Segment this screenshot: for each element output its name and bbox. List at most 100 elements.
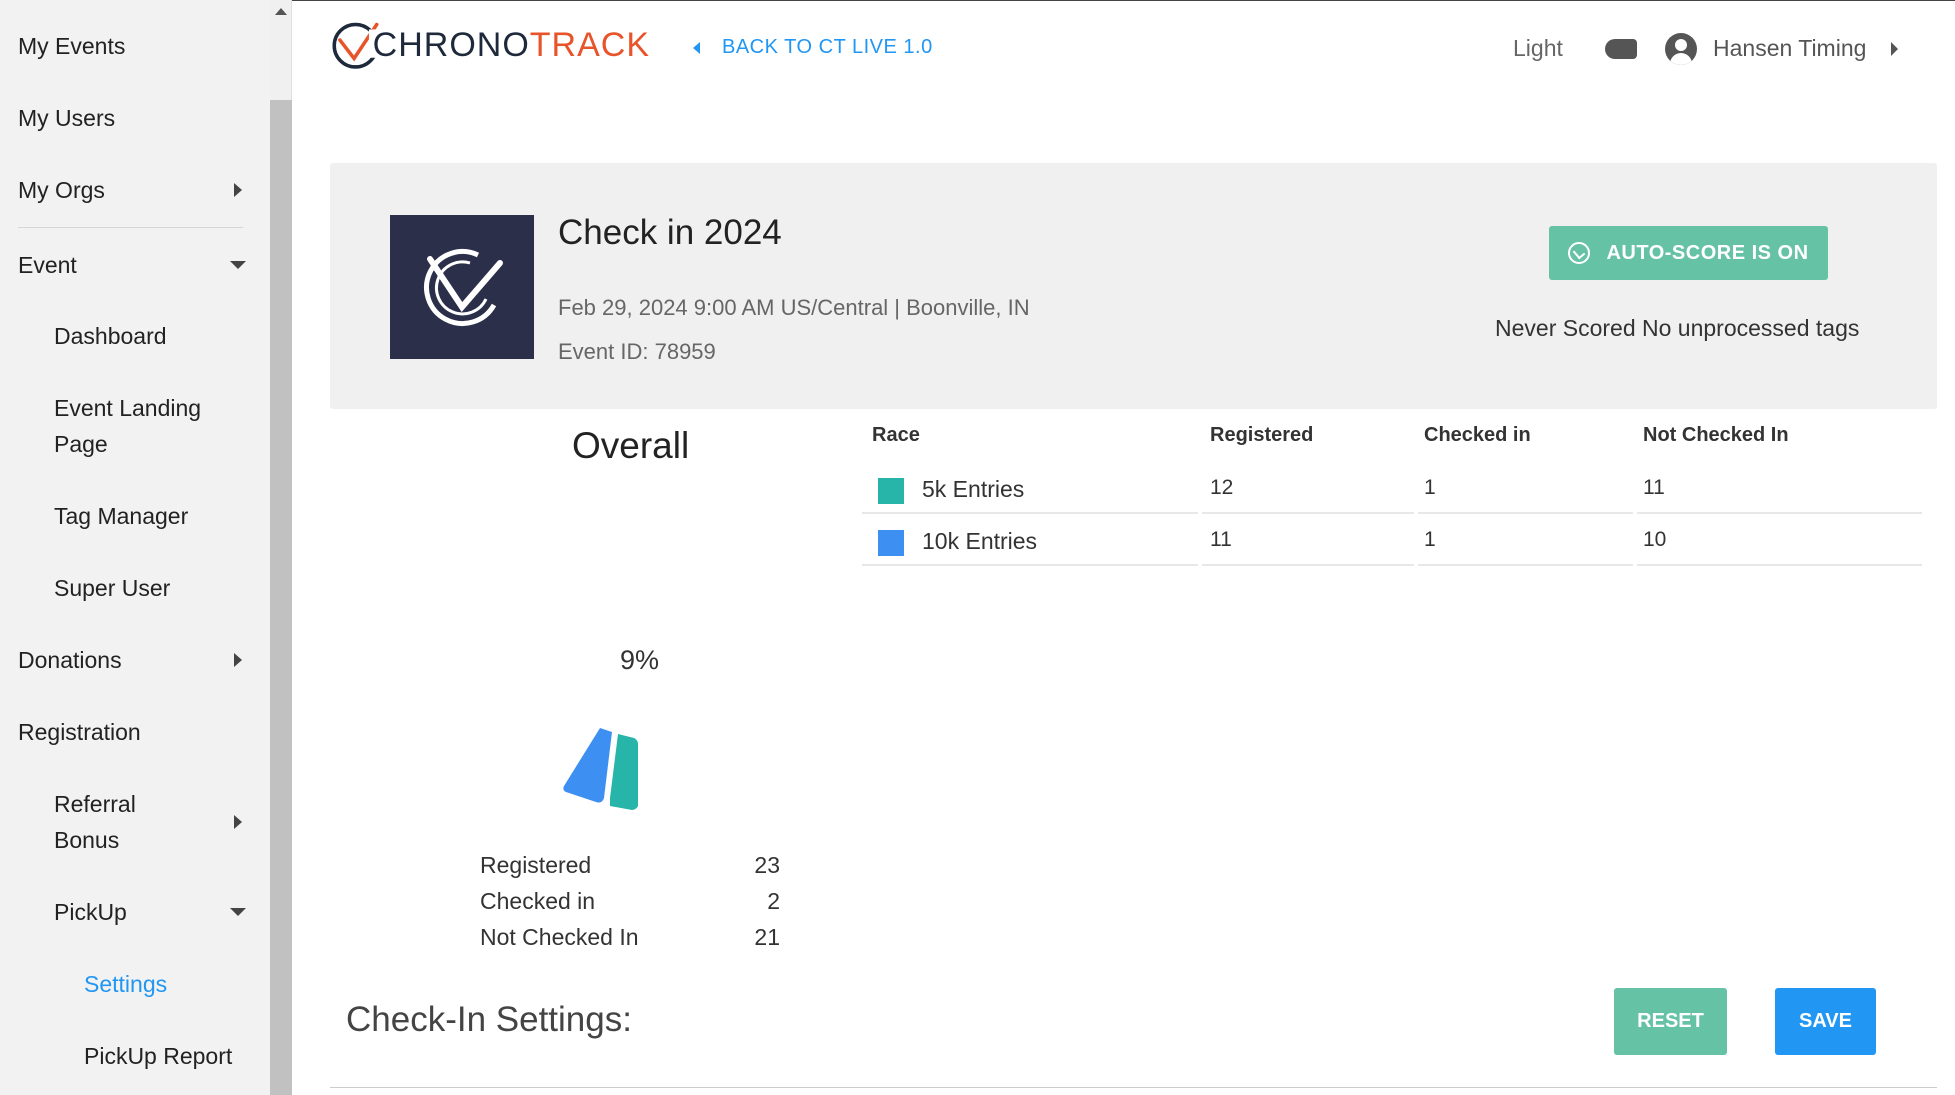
sidebar-item-event-landing-page[interactable]: Event Landing Page: [54, 390, 248, 462]
scored-status: Never Scored No unprocessed tags: [1495, 315, 1860, 341]
sidebar-item-label: Settings: [84, 971, 168, 997]
row-divider: [1202, 564, 1414, 566]
sidebar-item-label: PickUp Report: [84, 1043, 233, 1069]
race-not-checked-in: 10: [1643, 528, 1667, 551]
row-divider: [1202, 512, 1414, 514]
sidebar-scrollbar[interactable]: [270, 0, 292, 1095]
window-top-border: [0, 0, 1955, 1]
overall-checkin-percent: 9%: [620, 645, 660, 675]
race-not-checked-in: 11: [1643, 476, 1665, 499]
race-registered: 12: [1210, 476, 1234, 499]
column-header-checked-in: Checked in: [1424, 424, 1531, 446]
chart-segment-10k: [563, 728, 612, 803]
row-divider: [1637, 564, 1922, 566]
row-divider: [862, 512, 1198, 514]
summary-value: 2: [767, 888, 780, 914]
sidebar-item-label: Tag Manager: [54, 503, 189, 529]
race-name: 10k Entries: [922, 528, 1038, 554]
event-title: Check in 2024: [558, 213, 782, 252]
chevron-down-icon: [230, 261, 246, 269]
reset-button[interactable]: RESET: [1614, 988, 1727, 1055]
race-checked-in: 1: [1424, 476, 1436, 499]
overall-title: Overall: [572, 425, 690, 466]
sidebar-item-label: Donations: [18, 647, 122, 673]
sidebar-item-label: Dashboard: [54, 323, 167, 349]
scroll-up-arrow-icon[interactable]: [275, 8, 287, 15]
chevron-right-icon: [234, 815, 242, 829]
sidebar-divider: [18, 227, 243, 228]
logo-text-track: TRACK: [529, 25, 650, 64]
check-in-settings-title: Check-In Settings:: [346, 1000, 632, 1039]
sidebar-item-super-user[interactable]: Super User: [54, 570, 248, 606]
sidebar-item-my-users[interactable]: My Users: [18, 100, 248, 136]
summary-value: 23: [754, 852, 780, 878]
sidebar-item-label: Event Landing Page: [54, 395, 202, 457]
sidebar-item-label: Referral Bonus: [54, 791, 136, 853]
theme-label: Light: [1513, 35, 1563, 61]
sidebar-item-label: PickUp: [54, 899, 127, 925]
back-to-ct-live-link[interactable]: BACK TO CT LIVE 1.0: [693, 36, 933, 59]
chevron-down-icon: [230, 908, 246, 916]
row-divider: [1418, 564, 1633, 566]
chart-segment-5k: [610, 734, 638, 810]
table-row: 10k Entries 11 1 10: [862, 516, 1922, 566]
chevron-left-icon: [693, 41, 700, 54]
event-id: Event ID: 78959: [558, 339, 716, 364]
sidebar-item-pickup-report[interactable]: PickUp Report: [84, 1038, 248, 1074]
logo-text-chrono: CHRONO: [372, 25, 530, 64]
summary-label: Registered: [480, 852, 592, 878]
row-divider: [1637, 512, 1922, 514]
sidebar-item-referral-bonus[interactable]: Referral Bonus: [54, 786, 248, 858]
summary-label: Not Checked In: [480, 924, 639, 950]
row-divider: [1418, 512, 1633, 514]
sidebar-item-event[interactable]: Event: [18, 247, 248, 283]
theme-toggle[interactable]: [1605, 39, 1637, 59]
summary-checked-in: Checked in 2: [480, 888, 780, 915]
save-button[interactable]: SAVE: [1775, 988, 1876, 1055]
back-link-label: BACK TO CT LIVE 1.0: [722, 36, 933, 58]
sidebar-item-label: My Events: [18, 33, 126, 59]
legend-swatch-5k: [878, 478, 904, 504]
event-logo-icon: [424, 249, 503, 326]
legend-swatch-10k: [878, 530, 904, 556]
section-divider: [330, 1087, 1937, 1088]
column-header-not-checked-in: Not Checked In: [1643, 424, 1789, 446]
summary-value: 21: [754, 924, 780, 950]
event-date-location: Feb 29, 2024 9:00 AM US/Central | Boonvi…: [558, 295, 1030, 320]
row-divider: [862, 564, 1198, 566]
sidebar-item-my-events[interactable]: My Events: [18, 28, 248, 64]
table-row: 5k Entries 12 1 11: [862, 464, 1922, 514]
column-header-race: Race: [872, 424, 920, 446]
user-avatar-icon[interactable]: [1665, 33, 1697, 65]
sidebar-item-registration[interactable]: Registration: [18, 714, 248, 750]
sidebar-item-tag-manager[interactable]: Tag Manager: [54, 498, 248, 534]
chevron-right-icon[interactable]: [1891, 42, 1898, 56]
sidebar-item-label: My Orgs: [18, 177, 105, 203]
chronotrack-logo[interactable]: CHRONOTRACK: [330, 8, 650, 82]
summary-label: Checked in: [480, 888, 596, 914]
event-card: Check in 2024 Feb 29, 2024 9:00 AM US/Ce…: [330, 163, 1937, 409]
event-logo: [390, 215, 534, 359]
column-header-registered: Registered: [1210, 424, 1314, 446]
sidebar-item-dashboard[interactable]: Dashboard: [54, 318, 248, 354]
overall-chart: [563, 728, 638, 810]
sidebar-item-my-orgs[interactable]: My Orgs: [18, 172, 248, 208]
sidebar-item-label: My Users: [18, 105, 116, 131]
sidebar-item-donations[interactable]: Donations: [18, 642, 248, 678]
summary-not-checked-in: Not Checked In 21: [480, 924, 780, 951]
auto-score-button[interactable]: AUTO-SCORE IS ON: [1549, 226, 1828, 280]
user-name[interactable]: Hansen Timing: [1713, 35, 1866, 62]
sidebar-item-pickup[interactable]: PickUp: [54, 894, 248, 930]
race-name: 5k Entries: [922, 476, 1025, 502]
race-registered: 11: [1210, 528, 1232, 551]
sidebar-item-settings[interactable]: Settings: [84, 966, 248, 1002]
sidebar: My Events My Users My Orgs Event Dashboa…: [0, 0, 270, 1095]
chevron-right-icon: [234, 653, 242, 667]
scrollbar-thumb[interactable]: [270, 100, 292, 1095]
auto-score-label: AUTO-SCORE IS ON: [1606, 241, 1809, 264]
chevron-right-icon: [234, 183, 242, 197]
summary-registered: Registered 23: [480, 852, 780, 879]
sidebar-item-label: Event: [18, 252, 77, 278]
sidebar-item-label: Registration: [18, 719, 141, 745]
sidebar-item-label: Super User: [54, 575, 171, 601]
